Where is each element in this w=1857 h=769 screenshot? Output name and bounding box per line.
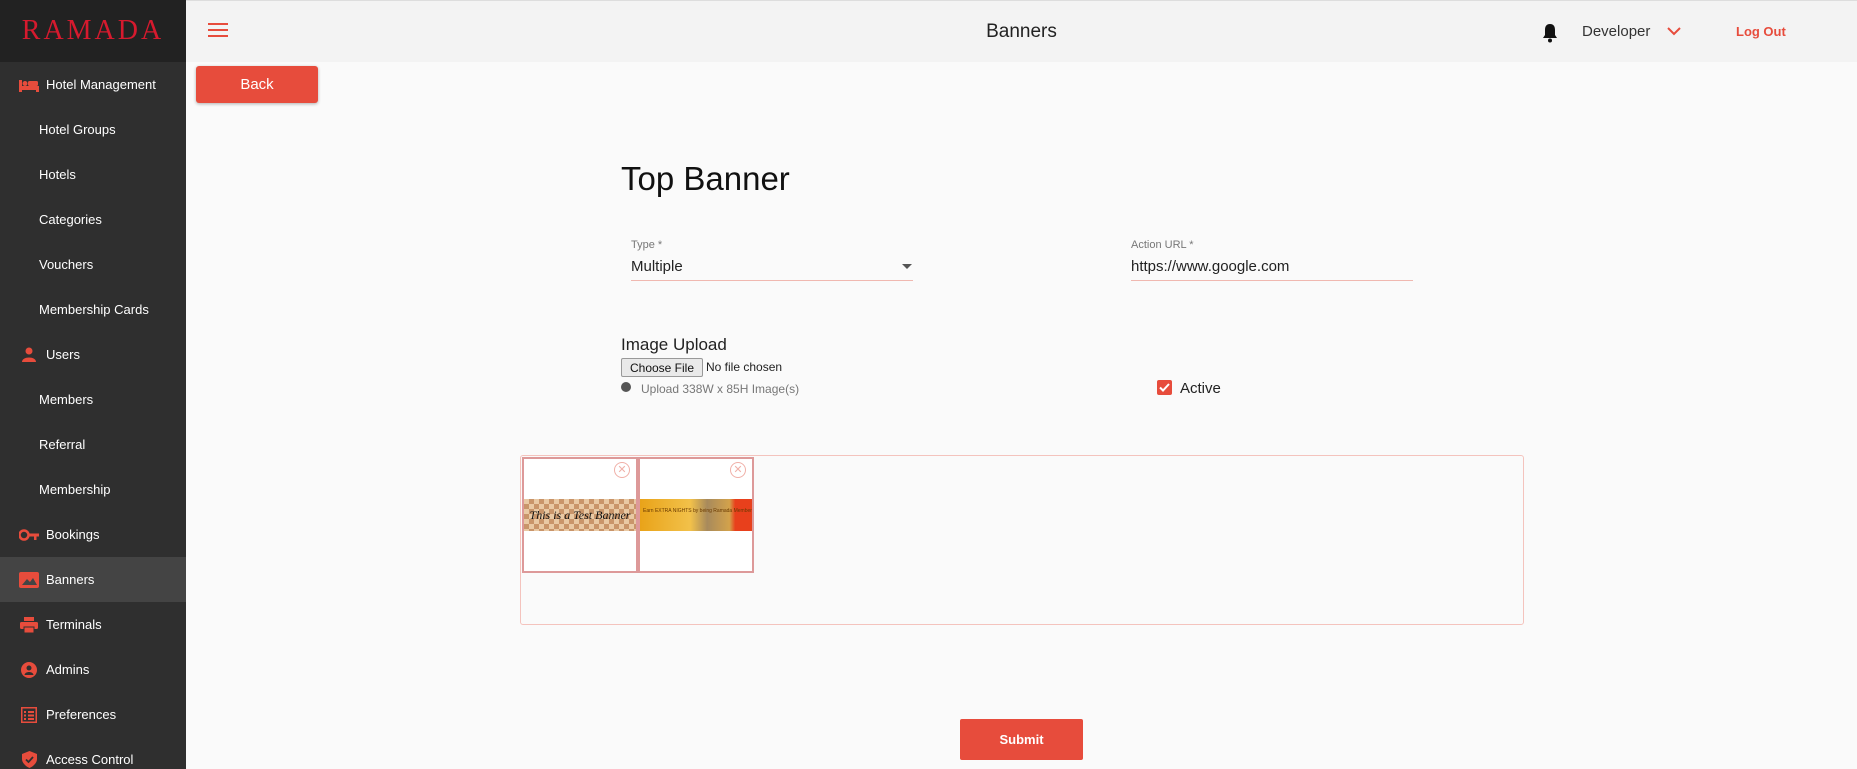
- sidebar-item-terminals[interactable]: Terminals: [0, 602, 186, 647]
- dropdown-arrow-icon[interactable]: [902, 264, 912, 269]
- user-name[interactable]: Developer: [1582, 23, 1650, 40]
- image-gallery: ✕ This is a Test Banner ✕ Earn EXTRA NIG…: [520, 455, 1524, 625]
- sidebar-item-categories[interactable]: Categories: [0, 197, 186, 242]
- gallery-image[interactable]: ✕ This is a Test Banner: [522, 457, 638, 573]
- sidebar-item-hotel-management[interactable]: Hotel Management: [0, 62, 186, 107]
- sidebar-item-label: Hotel Management: [46, 77, 156, 92]
- type-underline: [631, 280, 913, 281]
- action-url-input[interactable]: https://www.google.com: [1131, 258, 1289, 275]
- active-checkbox[interactable]: [1157, 380, 1172, 395]
- action-url-label: Action URL *: [1131, 239, 1194, 251]
- type-label: Type *: [631, 239, 663, 251]
- sidebar-item-label: Terminals: [46, 617, 102, 632]
- sidebar-item-label: Bookings: [46, 527, 100, 542]
- form-title: Top Banner: [621, 160, 790, 197]
- sidebar-item-vouchers[interactable]: Vouchers: [0, 242, 186, 287]
- active-label: Active: [1180, 380, 1221, 397]
- sidebar-item-hotel-groups[interactable]: Hotel Groups: [0, 107, 186, 152]
- brand-logo[interactable]: RAMADA: [0, 0, 186, 62]
- sidebar-item-label: Users: [46, 347, 80, 362]
- shield-icon: [18, 751, 40, 768]
- list-icon: [18, 706, 40, 723]
- sidebar-item-label: Membership Cards: [39, 302, 149, 317]
- banner-image: This is a Test Banner: [524, 499, 636, 531]
- sidebar: RAMADA Hotel Management Hotel Groups Hotel…: [0, 0, 186, 769]
- sidebar-item-label: Banners: [46, 572, 95, 587]
- choose-file-button[interactable]: Choose File: [621, 358, 703, 377]
- gallery-image[interactable]: ✕ Earn EXTRA NIGHTS by being Ramada Memb…: [638, 457, 754, 573]
- back-button[interactable]: Back: [196, 66, 318, 103]
- sidebar-item-membership-cards[interactable]: Membership Cards: [0, 287, 186, 332]
- image-upload-label: Image Upload: [621, 335, 727, 354]
- no-file-text: No file chosen: [706, 360, 783, 374]
- sidebar-item-label: Categories: [39, 212, 102, 227]
- action-url-underline: [1131, 280, 1413, 281]
- remove-image-icon[interactable]: ✕: [614, 462, 630, 478]
- sidebar-item-membership[interactable]: Membership: [0, 467, 186, 512]
- info-icon: [621, 382, 631, 392]
- sidebar-item-preferences[interactable]: Preferences: [0, 692, 186, 737]
- sidebar-item-label: Membership: [39, 482, 111, 497]
- sidebar-item-label: Hotels: [39, 167, 76, 182]
- sidebar-item-members[interactable]: Members: [0, 377, 186, 422]
- banner-image: Earn EXTRA NIGHTS by being Ramada Member: [640, 499, 752, 531]
- person-icon: [18, 347, 40, 363]
- key-icon: [18, 527, 40, 543]
- sidebar-nav: Hotel Management Hotel Groups Hotels Catego…: [0, 62, 186, 769]
- sidebar-item-label: Referral: [39, 437, 86, 452]
- sidebar-item-label: Access Control: [46, 752, 134, 767]
- sidebar-item-bookings[interactable]: Bookings: [0, 512, 186, 557]
- sidebar-item-label: Hotel Groups: [39, 122, 116, 137]
- sidebar-item-label: Members: [39, 392, 94, 407]
- sidebar-item-label: Vouchers: [39, 257, 94, 272]
- logout-link[interactable]: Log Out: [1736, 24, 1786, 39]
- sidebar-item-access-control[interactable]: Access Control: [0, 737, 186, 769]
- sidebar-item-users[interactable]: Users: [0, 332, 186, 377]
- remove-image-icon[interactable]: ✕: [730, 462, 746, 478]
- sidebar-item-label: Preferences: [46, 707, 117, 722]
- sidebar-item-label: Admins: [46, 662, 90, 677]
- top-bar: Banners Developer Log Out: [186, 0, 1857, 62]
- chevron-down-icon[interactable]: [1667, 27, 1681, 36]
- bell-icon[interactable]: [1541, 23, 1559, 43]
- printer-icon: [18, 616, 40, 633]
- sidebar-item-banners[interactable]: Banners: [0, 557, 186, 602]
- sidebar-item-admins[interactable]: Admins: [0, 647, 186, 692]
- type-select[interactable]: Multiple: [631, 258, 683, 275]
- sidebar-item-hotels[interactable]: Hotels: [0, 152, 186, 197]
- sidebar-item-referral[interactable]: Referral: [0, 422, 186, 467]
- admin-icon: [18, 661, 40, 678]
- upload-hint: Upload 338W x 85H Image(s): [641, 382, 800, 396]
- image-icon: [18, 571, 40, 588]
- bed-icon: [18, 77, 40, 93]
- check-icon: [1159, 383, 1170, 392]
- submit-button[interactable]: Submit: [960, 719, 1083, 760]
